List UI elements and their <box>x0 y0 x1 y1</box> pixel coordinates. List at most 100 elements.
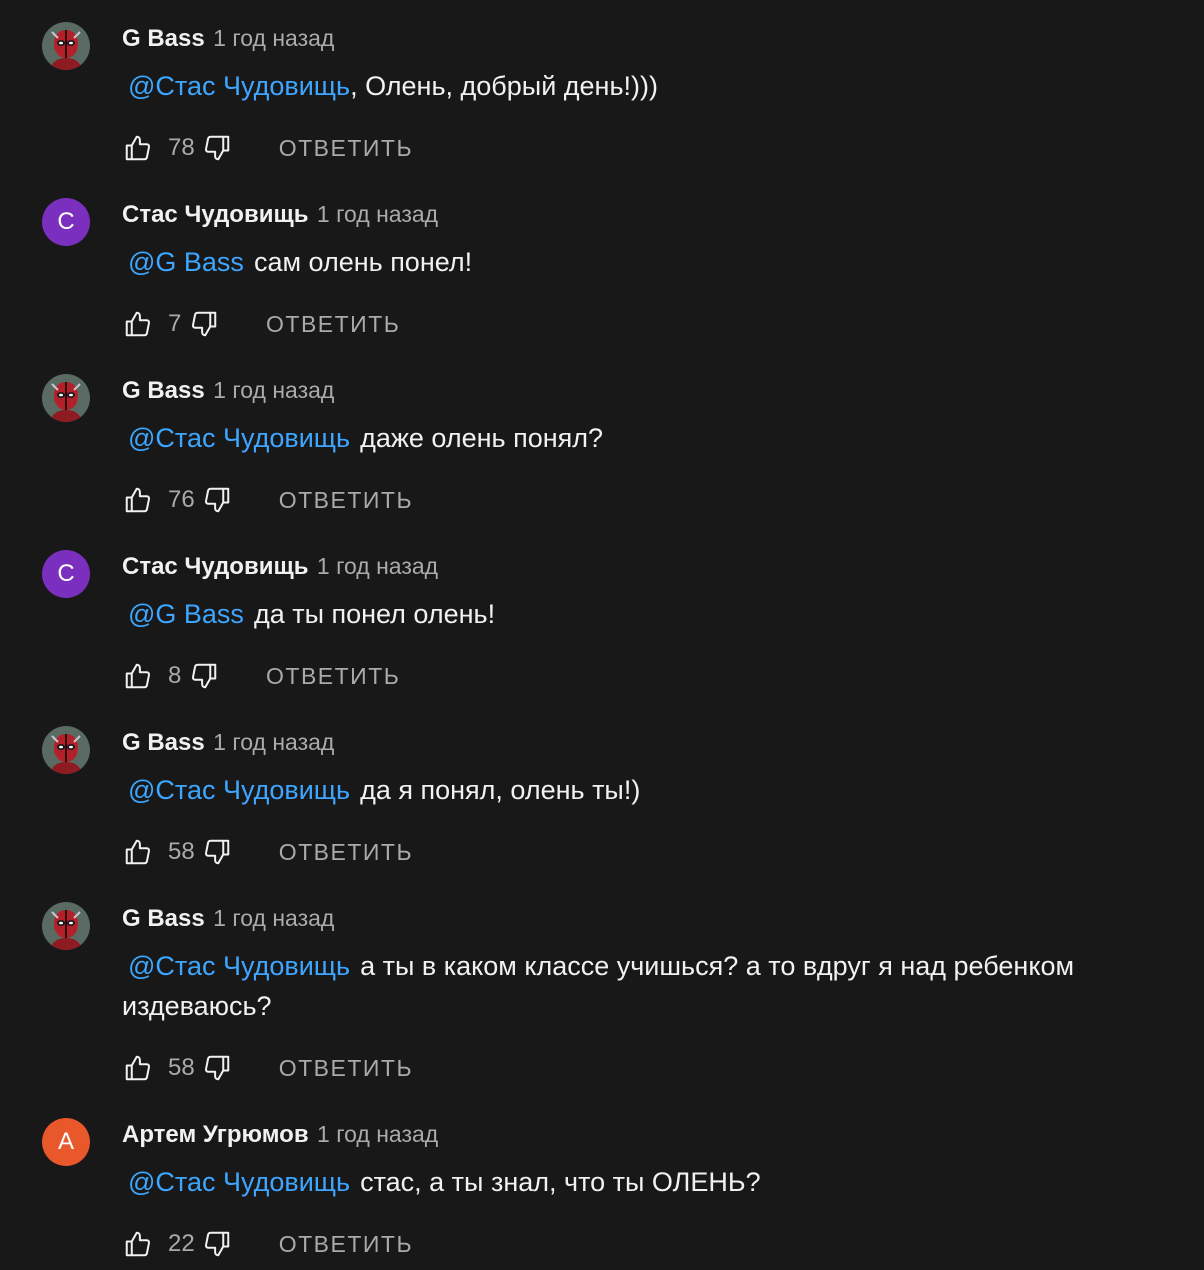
comment-actions: 78 ОТВЕТИТЬ <box>122 128 413 168</box>
author-name[interactable]: Стас Чудовищь <box>122 201 308 228</box>
author-name[interactable]: G Bass <box>122 905 205 932</box>
dislike-button[interactable] <box>201 1052 233 1084</box>
like-count: 78 <box>168 134 195 161</box>
avatar-letter: С <box>57 560 75 587</box>
thumbs-up-icon <box>125 135 151 161</box>
thumbs-down-icon <box>204 839 229 865</box>
thumbs-up-icon <box>125 1231 151 1257</box>
comment-time[interactable]: 1 год назад <box>317 1121 438 1147</box>
avatar[interactable] <box>42 902 90 950</box>
avatar-letter: С <box>57 208 75 235</box>
mention-link[interactable]: @Стас Чудовищь <box>128 71 350 101</box>
comment-text: @Стас Чудовищь да я понял, олень ты!) <box>122 770 1162 810</box>
author-name[interactable]: Артем Угрюмов <box>122 1121 309 1148</box>
comment-actions: 7 ОТВЕТИТЬ <box>122 304 400 344</box>
comment-text: @Стас Чудовищь стас, а ты знал, что ты ОЛ… <box>122 1162 1162 1202</box>
dislike-button[interactable] <box>188 308 220 340</box>
mention-link[interactable]: @G Bass <box>128 599 244 629</box>
thumbs-up-icon <box>125 311 151 337</box>
comment-actions: 8 ОТВЕТИТЬ <box>122 656 400 696</box>
author-name[interactable]: G Bass <box>122 25 205 52</box>
like-button[interactable] <box>122 484 154 516</box>
like-button[interactable] <box>122 1052 154 1084</box>
avatar[interactable] <box>42 374 90 422</box>
reply-button[interactable]: ОТВЕТИТЬ <box>279 1055 413 1082</box>
like-count: 58 <box>168 1054 195 1081</box>
comment-time[interactable]: 1 год назад <box>213 905 334 931</box>
comment-time[interactable]: 1 год назад <box>213 377 334 403</box>
comment-body: , Олень, добрый день!))) <box>350 71 658 101</box>
mention-link[interactable]: @Стас Чудовищь <box>128 1167 350 1197</box>
comment-header: Артем Угрюмов 1 год назад <box>122 1118 438 1150</box>
thumbs-up-icon <box>125 663 151 689</box>
like-count: 7 <box>168 310 182 337</box>
reply-button[interactable]: ОТВЕТИТЬ <box>279 487 413 514</box>
thumbs-up-icon <box>125 487 151 513</box>
comment-text: @Стас Чудовищь даже олень понял? <box>122 418 1162 458</box>
like-count: 22 <box>168 1230 195 1257</box>
mention-link[interactable]: @Стас Чудовищь <box>128 423 350 453</box>
comment-actions: 76 ОТВЕТИТЬ <box>122 480 413 520</box>
like-count: 8 <box>168 662 182 689</box>
reply-button[interactable]: ОТВЕТИТЬ <box>279 135 413 162</box>
thumbs-down-icon <box>191 663 217 689</box>
deadpool-avatar-icon <box>42 902 90 950</box>
comment-time[interactable]: 1 год назад <box>213 729 334 755</box>
avatar-letter: А <box>57 1128 74 1155</box>
comment-header: Стас Чудовищь 1 год назад <box>122 550 438 582</box>
comment-body: да я понял, олень ты!) <box>360 775 641 805</box>
dislike-button[interactable] <box>188 660 220 692</box>
comment-body: да ты понел олень! <box>253 599 496 629</box>
like-count: 76 <box>168 486 195 513</box>
comment-body: даже олень понял? <box>360 423 604 453</box>
avatar[interactable] <box>42 726 90 774</box>
comment-time[interactable]: 1 год назад <box>213 25 334 51</box>
like-count: 58 <box>168 838 195 865</box>
comment-time[interactable]: 1 год назад <box>317 201 438 227</box>
comment-text: @Стас Чудовищь а ты в каком классе учишьс… <box>122 946 1162 1026</box>
comment-header: G Bass 1 год назад <box>122 726 334 758</box>
like-button[interactable] <box>122 132 154 164</box>
comment-body: стас, а ты знал, что ты ОЛЕНЬ? <box>360 1167 761 1197</box>
avatar[interactable]: С <box>42 198 90 246</box>
thumbs-down-icon <box>204 135 229 161</box>
deadpool-avatar-icon <box>42 726 90 774</box>
reply-button[interactable]: ОТВЕТИТЬ <box>279 839 413 866</box>
avatar[interactable] <box>42 22 90 70</box>
deadpool-avatar-icon <box>42 374 90 422</box>
comment-header: Стас Чудовищь 1 год назад <box>122 198 438 230</box>
dislike-button[interactable] <box>201 1228 233 1260</box>
dislike-button[interactable] <box>201 132 233 164</box>
comment-text: @G Bass сам олень понел! <box>122 242 1162 282</box>
author-name[interactable]: G Bass <box>122 729 205 756</box>
reply-button[interactable]: ОТВЕТИТЬ <box>266 311 400 338</box>
like-button[interactable] <box>122 308 154 340</box>
comment-body: сам олень понел! <box>253 247 473 277</box>
reply-button[interactable]: ОТВЕТИТЬ <box>279 1231 413 1258</box>
author-name[interactable]: Стас Чудовищь <box>122 553 308 580</box>
thumbs-down-icon <box>204 1055 229 1081</box>
dislike-button[interactable] <box>201 836 233 868</box>
comment-time[interactable]: 1 год назад <box>317 553 438 579</box>
author-name[interactable]: G Bass <box>122 377 205 404</box>
avatar[interactable]: С <box>42 550 90 598</box>
comment-header: G Bass 1 год назад <box>122 22 334 54</box>
mention-link[interactable]: @Стас Чудовищь <box>128 951 350 981</box>
mention-link[interactable]: @Стас Чудовищь <box>128 775 350 805</box>
dislike-button[interactable] <box>201 484 233 516</box>
avatar[interactable]: А <box>42 1118 90 1166</box>
comment-actions: 22 ОТВЕТИТЬ <box>122 1224 413 1264</box>
like-button[interactable] <box>122 836 154 868</box>
comment-actions: 58 ОТВЕТИТЬ <box>122 1048 413 1088</box>
thumbs-down-icon <box>204 487 229 513</box>
like-button[interactable] <box>122 660 154 692</box>
comment-header: G Bass 1 год назад <box>122 374 334 406</box>
like-button[interactable] <box>122 1228 154 1260</box>
deadpool-avatar-icon <box>42 22 90 70</box>
thumbs-up-icon <box>125 839 151 865</box>
mention-link[interactable]: @G Bass <box>128 247 244 277</box>
reply-button[interactable]: ОТВЕТИТЬ <box>266 663 400 690</box>
thumbs-down-icon <box>191 311 217 337</box>
comment-text: @Стас Чудовищь, Олень, добрый день!))) <box>122 66 1162 106</box>
comment-text: @G Bass да ты понел олень! <box>122 594 1162 634</box>
